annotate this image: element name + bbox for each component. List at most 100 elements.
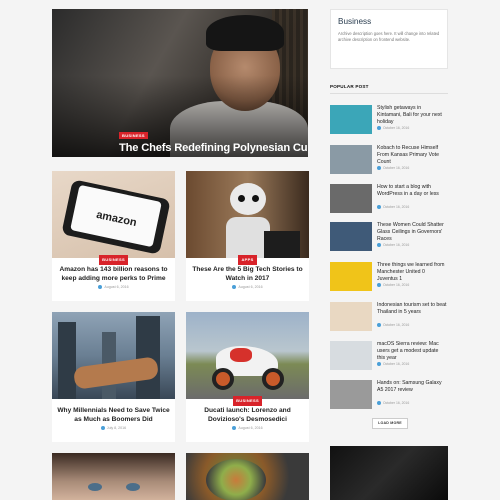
popular-post-thumbnail[interactable] [330,145,372,174]
robot-eye [252,195,259,202]
clock-icon [377,243,381,248]
post-date: August 6, 2016 [186,285,309,290]
hero-overlay [52,9,308,157]
post-date-text: August 6, 2016 [238,426,263,430]
popular-post-thumbnail[interactable] [330,222,372,251]
popular-posts-title: Popular Post [330,84,448,94]
post-title[interactable]: Why Millennials Need to Save Twice as Mu… [56,406,171,424]
clock-icon [377,323,381,328]
popular-post-thumbnail[interactable] [330,302,372,331]
popular-post-title[interactable]: How to start a blog with WordPress in a … [377,184,447,198]
popular-post-item[interactable]: macOS Sierra review: Mac users get a mod… [330,341,448,374]
popular-post-title[interactable]: Kobach to Recuse Himself From Kansas Pri… [377,145,447,166]
popular-post-date-text: October 16, 2016 [383,362,410,366]
clock-icon [232,426,237,431]
post-card[interactable]: Apps These Are the 5 Big Tech Stories to… [186,171,309,301]
eye-shape [126,483,140,491]
post-date: August 6, 2016 [52,285,175,290]
clock-icon [377,205,381,210]
clock-icon [377,401,381,406]
popular-post-thumbnail[interactable] [330,184,372,213]
popular-post-item[interactable]: Stylish getaways in Kintamani, Bali for … [330,105,448,138]
clock-icon [377,166,381,171]
category-badge[interactable]: Apps [238,255,257,265]
post-thumbnail[interactable] [186,312,309,399]
archive-title: Business [338,17,372,26]
robot-head [230,183,266,215]
sidebar-widget-image [330,446,448,500]
post-title[interactable]: Amazon has 143 billion reasons to keep a… [56,265,171,283]
load-more-button[interactable]: Load More [372,418,408,429]
popular-post-thumbnail[interactable] [330,105,372,134]
popular-post-date: October 16, 2016 [377,323,410,328]
motorbike-wheel [262,368,284,390]
post-card[interactable]: Business Ducati launch: Lorenzo and Dovi… [186,312,309,442]
popular-post-date: October 16, 2016 [377,401,410,406]
popular-post-item[interactable]: Kobach to Recuse Himself From Kansas Pri… [330,145,448,178]
post-title[interactable]: These Are the 5 Big Tech Stories to Watc… [190,265,305,283]
post-thumbnail[interactable] [52,312,175,399]
popular-post-title[interactable]: Hands on: Samsung Galaxy A5 2017 review [377,380,447,394]
popular-post-thumbnail[interactable] [330,262,372,291]
post-thumbnail[interactable]: amazon [52,171,175,258]
clock-icon [98,285,103,290]
popular-post-date-text: October 16, 2016 [383,126,410,130]
post-card[interactable]: amazon Business Amazon has 143 billion r… [52,171,175,301]
clock-icon [377,362,381,367]
popular-post-date-text: October 16, 2016 [383,323,410,327]
post-card[interactable] [186,453,309,500]
popular-post-title[interactable]: macOS Sierra review: Mac users get a mod… [377,341,447,362]
popular-post-date-text: October 16, 2016 [383,205,410,209]
robot-eye [238,195,245,202]
post-date: August 6, 2016 [186,426,309,431]
category-badge[interactable]: Business [233,396,262,406]
popular-post-date-text: October 16, 2016 [383,166,410,170]
post-date: July 8, 2016 [52,426,175,431]
post-date-text: August 6, 2016 [104,285,129,289]
popular-post-item[interactable]: Indonesian tourism set to beat Thailand … [330,302,448,335]
clock-icon [377,126,381,131]
popular-post-title[interactable]: These Women Could Shatter Glass Ceilings… [377,222,447,243]
popular-posts: Popular Post [330,84,448,94]
post-date-text: August 6, 2016 [238,285,263,289]
hero-category-badge[interactable]: Business [119,132,148,139]
popular-post-date: October 16, 2016 [377,362,410,367]
clock-icon [232,285,237,290]
post-title[interactable]: Ducati launch: Lorenzo and Dovizioso's D… [190,406,305,424]
hero-title[interactable]: The Chefs Redefining Polynesian Cuisine [119,142,308,154]
motorbike-accent [230,348,252,362]
popular-post-date-text: October 16, 2016 [383,401,410,405]
post-card[interactable]: Why Millennials Need to Save Twice as Mu… [52,312,175,442]
eye-shape [88,483,102,491]
post-card[interactable] [52,453,175,500]
popular-post-date: October 16, 2016 [377,126,410,131]
popular-post-date: October 16, 2016 [377,283,410,288]
popular-post-date-text: October 16, 2016 [383,283,410,287]
archive-description: Archive description goes here. It will c… [338,31,440,42]
category-badge[interactable]: Business [99,255,128,265]
popular-post-item[interactable]: Hands on: Samsung Galaxy A5 2017 review O… [330,380,448,413]
archive-box: Business Archive description goes here. … [330,9,448,69]
page: Business The Chefs Redefining Polynesian… [0,0,500,500]
popular-post-item[interactable]: These Women Could Shatter Glass Ceilings… [330,222,448,255]
post-thumbnail[interactable] [186,171,309,258]
motorbike-wheel [212,368,234,390]
food-plate [206,459,266,500]
popular-post-thumbnail[interactable] [330,341,372,370]
popular-post-item[interactable]: How to start a blog with WordPress in a … [330,184,448,217]
popular-post-date: October 16, 2016 [377,243,410,248]
popular-post-title[interactable]: Three things we learned from Manchester … [377,262,447,283]
post-thumbnail[interactable] [52,453,175,500]
popular-post-item[interactable]: Three things we learned from Manchester … [330,262,448,295]
clock-icon [377,283,381,288]
post-thumbnail[interactable] [186,453,309,500]
popular-post-date: October 16, 2016 [377,205,410,210]
popular-post-date: October 16, 2016 [377,166,410,171]
popular-post-date-text: October 16, 2016 [383,243,410,247]
post-date-text: July 8, 2016 [106,426,127,430]
popular-post-thumbnail[interactable] [330,380,372,409]
popular-post-title[interactable]: Indonesian tourism set to beat Thailand … [377,302,447,316]
hero-post[interactable]: Business The Chefs Redefining Polynesian… [52,9,308,157]
popular-post-title[interactable]: Stylish getaways in Kintamani, Bali for … [377,105,447,126]
building [58,322,76,399]
